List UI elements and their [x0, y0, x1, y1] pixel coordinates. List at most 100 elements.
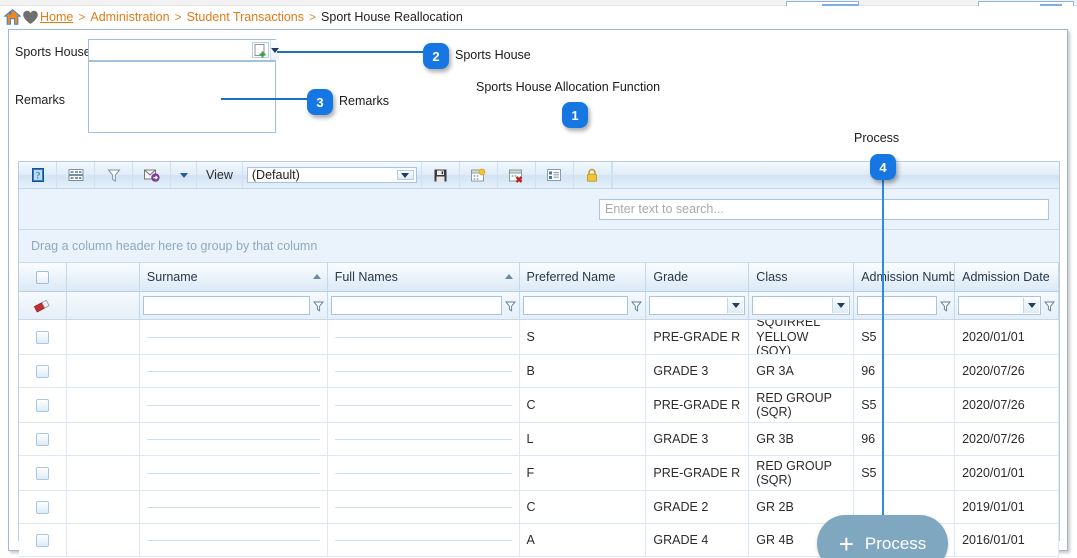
- save-floppy-icon[interactable]: [422, 162, 460, 188]
- clear-filter-button[interactable]: [19, 292, 67, 319]
- table-row[interactable]: F PRE-GRADE R RED GROUP (SQR) S5 2020/01/01: [19, 456, 1060, 491]
- export-mail-icon[interactable]: [133, 162, 171, 188]
- redacted-value: [334, 539, 512, 541]
- sports-house-dropdown-icon[interactable]: [270, 40, 279, 60]
- breadcrumb-link-student-transactions[interactable]: Student Transactions: [187, 10, 304, 24]
- remarks-input[interactable]: [89, 62, 275, 132]
- cell-admission-number-value: S5: [861, 397, 877, 412]
- checkbox-icon[interactable]: [35, 432, 49, 446]
- filter-funnel-icon[interactable]: [940, 300, 952, 312]
- checkbox-icon[interactable]: [35, 330, 49, 344]
- filter-admission-date[interactable]: [955, 292, 1060, 319]
- view-select[interactable]: (Default): [246, 167, 417, 183]
- remarks-label: Remarks: [15, 93, 66, 107]
- row-select-checkbox[interactable]: [19, 423, 67, 455]
- grid-header-admission-date[interactable]: Admission Date: [955, 263, 1060, 291]
- filter-funnel-icon[interactable]: [631, 300, 643, 312]
- row-select-checkbox[interactable]: [19, 456, 67, 490]
- padlock-icon[interactable]: [574, 162, 612, 188]
- callout-line-3: [221, 98, 309, 100]
- grid-header-preferred-name[interactable]: Preferred Name: [520, 263, 647, 291]
- grid-header-grade[interactable]: Grade: [646, 263, 750, 291]
- breadcrumb-home-link[interactable]: Home: [40, 10, 73, 24]
- cell-admission-date: 2020/07/26: [955, 355, 1060, 387]
- breadcrumb-link-administration[interactable]: Administration: [90, 10, 169, 24]
- filter-funnel-icon[interactable]: [1044, 300, 1055, 312]
- search-input[interactable]: [599, 198, 1049, 220]
- checkbox-icon[interactable]: [35, 398, 49, 412]
- detail-view-icon[interactable]: [536, 162, 574, 188]
- cell-grade-value: GRADE 3: [653, 431, 709, 446]
- sports-house-input[interactable]: [89, 40, 252, 60]
- column-layout-icon[interactable]: [57, 162, 95, 188]
- breadcrumb-current-page: Sport House Reallocation: [321, 10, 463, 24]
- home-icon[interactable]: [3, 8, 22, 26]
- grid-header-grade-label: Grade: [653, 270, 689, 284]
- new-layout-icon[interactable]: [460, 162, 498, 188]
- sports-house-combo[interactable]: [88, 39, 279, 61]
- cell-preferred-name: A: [520, 524, 647, 556]
- table-row[interactable]: B GRADE 3 GR 3A 96 2020/07/26: [19, 355, 1060, 388]
- checkbox-icon[interactable]: [35, 500, 49, 514]
- cell-grade-value: GRADE 4: [653, 532, 709, 547]
- view-select-value: (Default): [251, 168, 300, 182]
- table-row[interactable]: S PRE-GRADE R SQUIRREL YELLOW (SQY) S5 2020/…: [19, 320, 1060, 355]
- row-select-checkbox[interactable]: [19, 524, 67, 556]
- callout-badge-3: 3: [307, 89, 333, 115]
- filter-surname[interactable]: [140, 292, 328, 319]
- row-select-checkbox[interactable]: [19, 388, 67, 422]
- redacted-value: [146, 370, 320, 372]
- table-row[interactable]: C PRE-GRADE R RED GROUP (SQR) S5 2020/07/26: [19, 388, 1060, 423]
- cell-preferred-name-value: S: [526, 329, 535, 344]
- filter-funnel-icon[interactable]: [504, 300, 516, 312]
- grid-header-fullnames[interactable]: Full Names: [328, 263, 520, 291]
- cell-preferred-name: S: [520, 320, 647, 354]
- cell-class: RED GROUP (SQR): [749, 388, 855, 422]
- grid-header-class-label: Class: [756, 270, 788, 284]
- cell-admission-number: S5: [854, 320, 956, 354]
- grid-header-class[interactable]: Class: [749, 263, 855, 291]
- filter-funnel-icon[interactable]: [312, 300, 324, 312]
- filter-preferred-name[interactable]: [520, 292, 647, 319]
- cell-admission-date: 2019/01/01: [955, 491, 1060, 523]
- view-label: View: [197, 162, 243, 188]
- cell-class-value: RED GROUP (SQR): [756, 458, 832, 487]
- row-select-checkbox[interactable]: [19, 320, 67, 354]
- row-select-checkbox[interactable]: [19, 355, 67, 387]
- cell-admission-date-value: 2020/07/26: [962, 397, 1025, 412]
- select-all-checkbox[interactable]: [19, 263, 67, 291]
- group-by-panel[interactable]: Drag a column header here to group by th…: [19, 230, 1059, 263]
- checkbox-icon[interactable]: [35, 533, 49, 547]
- filter-admission-number[interactable]: [854, 292, 956, 319]
- cell-preferred-name-value: A: [526, 532, 535, 547]
- callout-badge-4: 4: [870, 154, 896, 180]
- heart-icon[interactable]: [22, 9, 39, 26]
- row-select-checkbox[interactable]: [19, 491, 67, 523]
- callout-text-2: Sports House: [455, 48, 531, 62]
- grid-header-surname[interactable]: Surname: [140, 263, 328, 291]
- checkbox-icon[interactable]: [35, 364, 49, 378]
- cell-full-names: [328, 355, 520, 387]
- help-book-icon[interactable]: ?: [19, 162, 57, 188]
- redacted-value: [146, 472, 320, 474]
- filter-class[interactable]: [749, 292, 855, 319]
- sports-house-new-icon[interactable]: [252, 42, 269, 58]
- delete-layout-icon[interactable]: [498, 162, 536, 188]
- breadcrumb-separator-3: >: [309, 10, 317, 24]
- process-button[interactable]: + Process: [817, 515, 948, 558]
- filter-funnel-icon[interactable]: [95, 162, 133, 188]
- filter-grade[interactable]: [646, 292, 750, 319]
- cell-full-names: [328, 388, 520, 422]
- filter-fullnames[interactable]: [328, 292, 520, 319]
- cell-class-value: GR 3A: [756, 363, 794, 378]
- grid-header-admission-number[interactable]: Admission Numbe: [854, 263, 956, 291]
- row-indicator: [67, 388, 140, 422]
- cell-class: SQUIRREL YELLOW (SQY): [749, 320, 855, 354]
- remarks-box[interactable]: [88, 61, 276, 133]
- export-dropdown-icon[interactable]: [171, 162, 197, 188]
- grid-toolbar: ? View (Default): [19, 162, 1059, 189]
- cell-grade: GRADE 4: [646, 524, 750, 556]
- checkbox-icon[interactable]: [35, 466, 49, 480]
- table-row[interactable]: L GRADE 3 GR 3B 96 2020/07/26: [19, 423, 1060, 456]
- view-select-caret-icon[interactable]: [396, 170, 414, 180]
